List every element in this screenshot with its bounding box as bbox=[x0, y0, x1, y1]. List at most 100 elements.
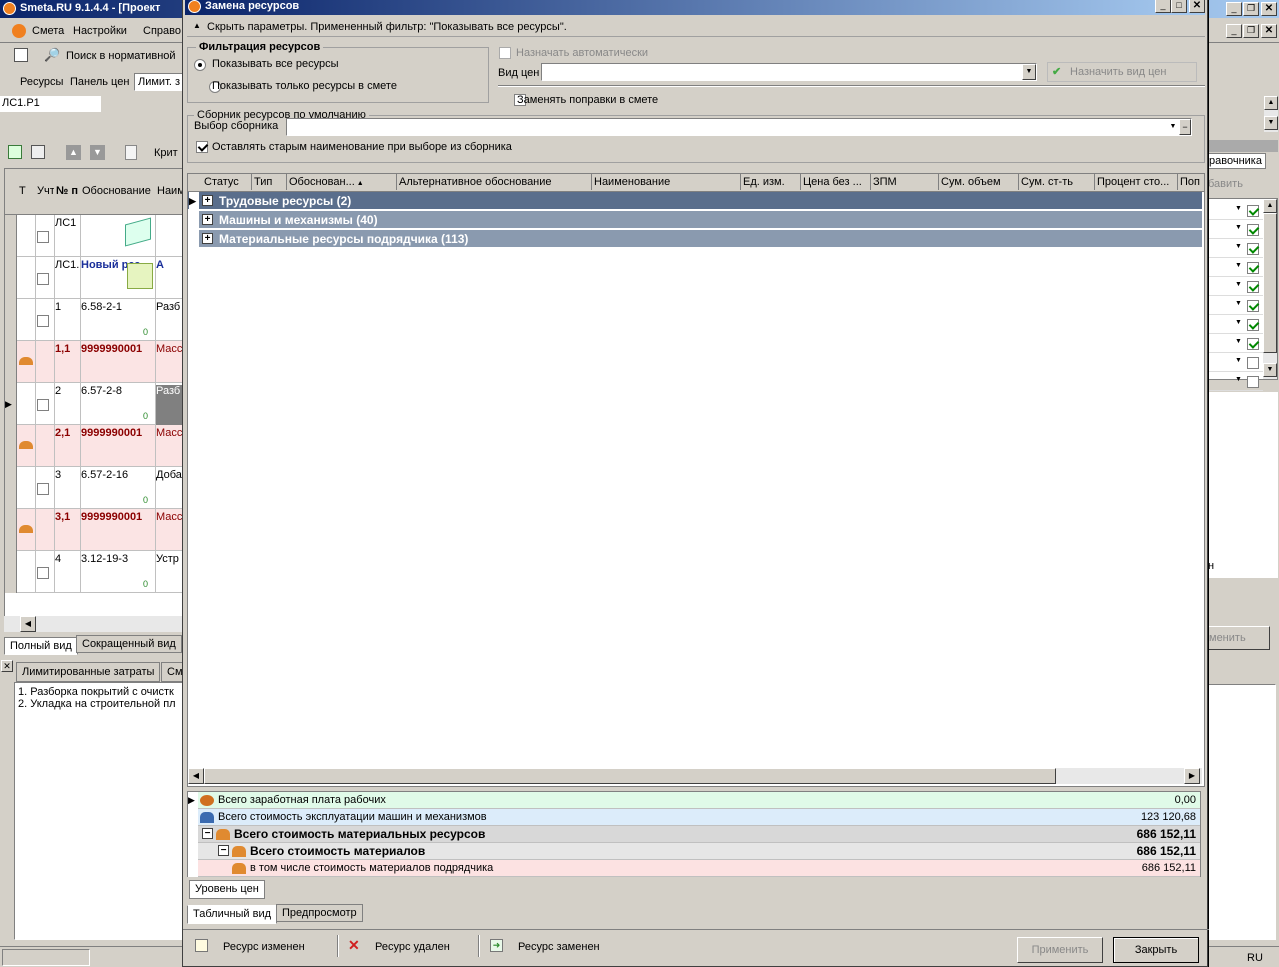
col-name[interactable]: Наим bbox=[157, 185, 182, 197]
right-list-row[interactable]: ▼ bbox=[1209, 241, 1263, 258]
row-dropdown-icon[interactable]: ▼ bbox=[1235, 319, 1242, 326]
right-vscroll-top[interactable]: ▲ ▼ bbox=[1264, 96, 1278, 132]
res-col-header[interactable]: Сум. объем bbox=[939, 174, 1019, 190]
scroll-up-arrow[interactable]: ▲ bbox=[1263, 199, 1277, 213]
totals-row[interactable]: Всего стоимость эксплуатации машин и мех… bbox=[188, 809, 1200, 826]
estimate-row[interactable]: 1 6.58-2-1 Разб 0 bbox=[5, 299, 182, 341]
row-dropdown-icon[interactable]: ▼ bbox=[1235, 224, 1242, 231]
collapse-icon[interactable]: − bbox=[202, 828, 213, 839]
dialog-close-button[interactable]: ✕ bbox=[1189, 0, 1205, 13]
assign-price-button[interactable]: ✔ Назначить вид цен bbox=[1047, 62, 1197, 82]
estimate-row[interactable]: 4 3.12-19-3 Устр 0 bbox=[5, 551, 182, 593]
hscroll-right-icon[interactable]: ▶ bbox=[1184, 768, 1200, 784]
right-list-checkbox[interactable] bbox=[1247, 224, 1259, 236]
scroll-left-arrow[interactable]: ◀ bbox=[20, 616, 36, 632]
row-dropdown-icon[interactable]: ▼ bbox=[1235, 262, 1242, 269]
right-list-checkbox[interactable] bbox=[1247, 243, 1259, 255]
collection-select[interactable]: ▼ − bbox=[286, 118, 1192, 136]
tree-icon[interactable] bbox=[14, 48, 28, 62]
row-indicator[interactable] bbox=[5, 341, 17, 383]
res-col-header[interactable]: Процент сто... bbox=[1095, 174, 1178, 190]
account-checkbox[interactable] bbox=[37, 231, 49, 243]
code-field[interactable]: ЛС1.Р1 bbox=[0, 96, 101, 112]
expand-icon[interactable]: + bbox=[202, 195, 213, 206]
radio-show-all-label[interactable]: Показывать все ресурсы bbox=[212, 58, 338, 70]
right-list-checkbox[interactable] bbox=[1247, 338, 1259, 350]
right-list-checkbox[interactable] bbox=[1247, 281, 1259, 293]
chevron-down-icon[interactable]: ▼ bbox=[1022, 64, 1036, 80]
resource-group-row[interactable]: + Материальные ресурсы подрядчика (113) bbox=[188, 230, 1202, 248]
right-list-row[interactable]: ▼ bbox=[1209, 203, 1263, 220]
right-list-row[interactable]: ▼ bbox=[1209, 374, 1263, 391]
estimate-row[interactable]: 2,1 9999990001 Масс bbox=[5, 425, 182, 467]
expand-all-icon[interactable] bbox=[8, 145, 22, 159]
move-up-icon[interactable]: ▲ bbox=[66, 145, 81, 160]
auto-assign-checkbox[interactable] bbox=[499, 47, 511, 59]
keep-old-name-checkbox[interactable] bbox=[196, 141, 208, 153]
grid-hscroll[interactable]: ◀ bbox=[4, 616, 183, 632]
row-indicator[interactable] bbox=[5, 551, 17, 593]
auto-assign-label[interactable]: Назначать автоматически bbox=[516, 47, 648, 59]
row-dropdown-icon[interactable]: ▼ bbox=[1235, 338, 1242, 345]
row-indicator[interactable] bbox=[5, 299, 17, 341]
res-col-header[interactable]: Сум. ст-ть bbox=[1019, 174, 1095, 190]
resource-hscroll[interactable]: ◀ ▶ bbox=[188, 768, 1202, 784]
col-account[interactable]: Учт bbox=[37, 185, 54, 197]
row-indicator[interactable] bbox=[5, 467, 17, 509]
row-indicator[interactable] bbox=[5, 425, 17, 467]
right-list-row[interactable]: ▼ bbox=[1209, 317, 1263, 334]
collapse-all-icon[interactable] bbox=[31, 145, 45, 159]
notes-close-icon[interactable]: ✕ bbox=[1, 660, 13, 672]
collection-clear-icon[interactable]: − bbox=[1179, 119, 1191, 135]
radio-show-estimate-label[interactable]: Показывать только ресурсы в смете bbox=[212, 80, 397, 92]
account-checkbox[interactable] bbox=[37, 273, 49, 285]
res-col-header[interactable]: ЗПМ bbox=[871, 174, 939, 190]
menu-item-settings[interactable]: Настройки bbox=[73, 25, 127, 37]
totals-row[interactable]: − Всего стоимость материалов 686 152,11 bbox=[188, 843, 1200, 860]
row-dropdown-icon[interactable]: ▼ bbox=[1235, 357, 1242, 364]
scroll-up-arrow[interactable]: ▲ bbox=[1264, 96, 1278, 110]
dialog-maximize-button[interactable]: □ bbox=[1171, 0, 1187, 13]
mdi-minimize-button[interactable]: _ bbox=[1226, 24, 1242, 38]
radio-show-all[interactable] bbox=[194, 59, 206, 71]
right-add-button[interactable]: бавить bbox=[1208, 176, 1254, 194]
right-list-checkbox[interactable] bbox=[1247, 205, 1259, 217]
replace-corrections-label[interactable]: Заменять поправки в смете bbox=[517, 94, 658, 106]
mdi-close-button[interactable]: ✕ bbox=[1261, 24, 1277, 38]
collection-dropdown-icon[interactable]: ▼ bbox=[1167, 119, 1179, 135]
row-indicator[interactable] bbox=[5, 215, 17, 257]
main-minimize-button[interactable]: _ bbox=[1226, 2, 1242, 16]
right-list-checkbox[interactable] bbox=[1247, 262, 1259, 274]
row-dropdown-icon[interactable]: ▼ bbox=[1235, 243, 1242, 250]
col-basis[interactable]: Обоснование bbox=[82, 185, 151, 197]
toolbar-tab-price-panel[interactable]: Панель цен bbox=[70, 76, 129, 88]
right-list-row[interactable]: ▼ bbox=[1209, 279, 1263, 296]
right-list-row[interactable]: ▼ bbox=[1209, 260, 1263, 277]
col-type[interactable]: Т bbox=[19, 185, 26, 197]
menu-item-smeta[interactable]: Смета bbox=[32, 25, 64, 37]
dialog-minimize-button[interactable]: _ bbox=[1155, 0, 1171, 13]
price-level-tab[interactable]: Уровень цен bbox=[189, 880, 265, 899]
resource-group-row[interactable]: + Машины и механизмы (40) bbox=[188, 211, 1202, 229]
res-col-header[interactable]: Наименование bbox=[592, 174, 741, 190]
document-icon[interactable] bbox=[125, 145, 137, 160]
row-dropdown-icon[interactable]: ▼ bbox=[1235, 300, 1242, 307]
apply-button[interactable]: Применить bbox=[1017, 937, 1103, 963]
toolbar-tab-limits[interactable]: Лимит. з bbox=[134, 73, 183, 91]
left-view-tab-short[interactable]: Сокращенный вид bbox=[76, 635, 182, 653]
collapse-icon[interactable]: − bbox=[218, 845, 229, 856]
res-col-header[interactable]: Цена без ... bbox=[801, 174, 871, 190]
row-dropdown-icon[interactable]: ▼ bbox=[1235, 281, 1242, 288]
account-checkbox[interactable] bbox=[37, 567, 49, 579]
estimate-row[interactable]: 3 6.57-2-16 Доба толщ 0 bbox=[5, 467, 182, 509]
hide-params-toggle[interactable]: ▲ Скрыть параметры. Примененный фильтр: … bbox=[187, 17, 1205, 37]
resource-group-row[interactable]: ▶ + Трудовые ресурсы (2) bbox=[188, 192, 1202, 210]
estimate-row[interactable]: 3,1 9999990001 Масс bbox=[5, 509, 182, 551]
right-list-row[interactable]: ▼ bbox=[1209, 355, 1263, 372]
res-col-header[interactable]: Тип bbox=[252, 174, 287, 190]
dialog-view-tab-preview[interactable]: Предпросмотр bbox=[276, 904, 363, 922]
scroll-thumb[interactable] bbox=[1263, 213, 1277, 353]
account-checkbox[interactable] bbox=[37, 399, 49, 411]
menu-item-help[interactable]: Справо bbox=[143, 25, 181, 37]
search-label[interactable]: Поиск в нормативной bbox=[66, 50, 176, 62]
